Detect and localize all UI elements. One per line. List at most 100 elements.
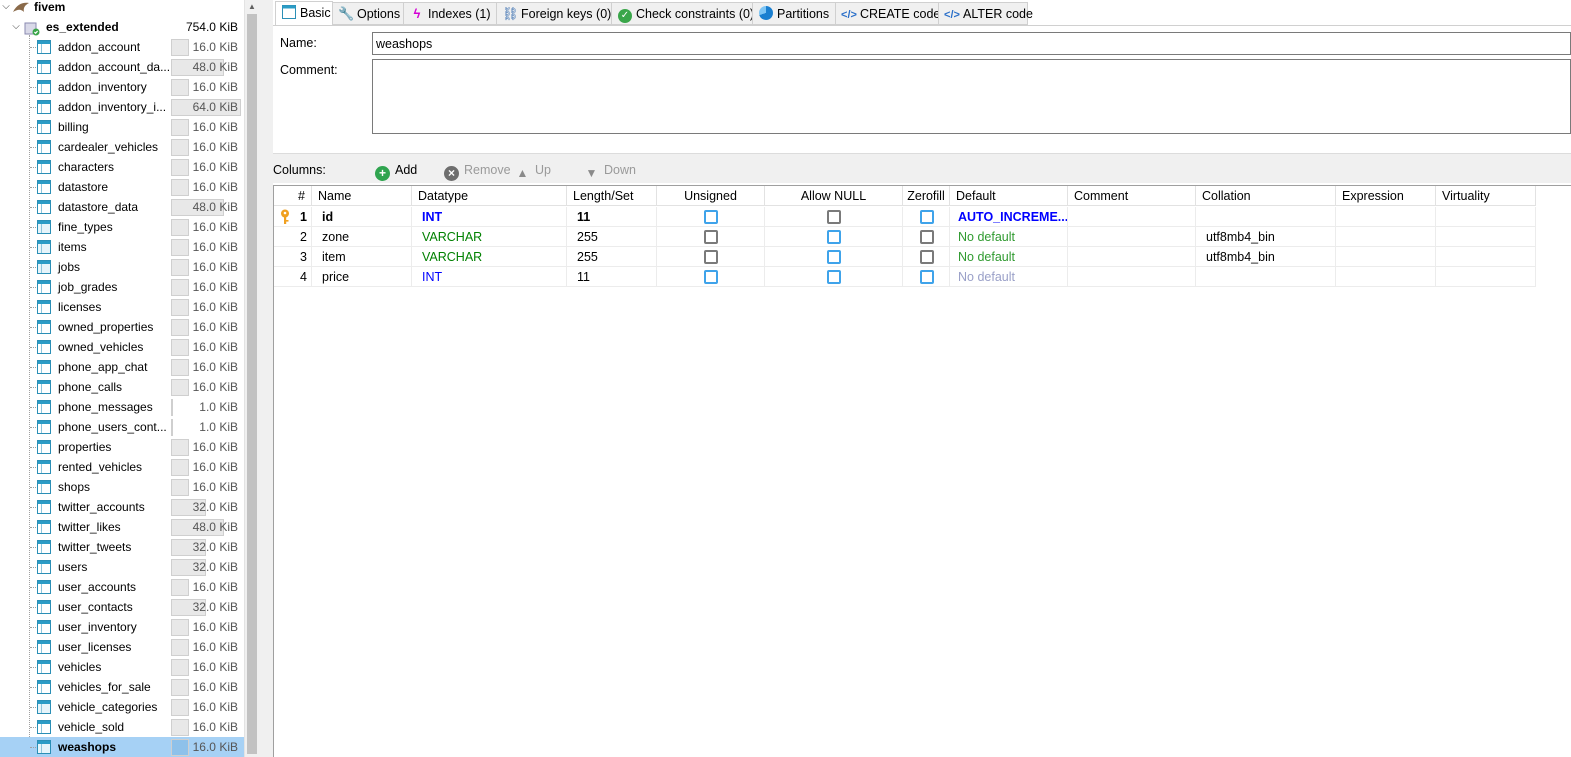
column-virtuality[interactable] <box>1436 267 1536 287</box>
tree-table-item[interactable]: shops 16.0 KiB <box>0 477 244 497</box>
scroll-up-icon[interactable]: ▲ <box>248 2 256 11</box>
column-collation[interactable]: utf8mb4_bin <box>1196 227 1336 247</box>
zerofill-checkbox[interactable] <box>903 247 950 267</box>
database-tree[interactable]: ⌵ fivem ⌵ es_extended 754.0 KiB addon_account… <box>0 0 244 757</box>
tree-table-item[interactable]: jobs 16.0 KiB <box>0 257 244 277</box>
tree-table-item[interactable]: fine_types 16.0 KiB <box>0 217 244 237</box>
row-number[interactable]: 4 <box>274 267 312 287</box>
column-name[interactable]: id <box>312 207 412 227</box>
zerofill-checkbox[interactable] <box>903 267 950 287</box>
col-header-default[interactable]: Default <box>950 186 1068 206</box>
scrollbar-thumb[interactable] <box>247 14 257 754</box>
tree-table-item[interactable]: twitter_likes 48.0 KiB <box>0 517 244 537</box>
col-header-datatype[interactable]: Datatype <box>412 186 567 206</box>
tree-table-item[interactable]: owned_vehicles 16.0 KiB <box>0 337 244 357</box>
column-datatype[interactable]: INT <box>412 267 567 287</box>
column-virtuality[interactable] <box>1436 247 1536 267</box>
checkbox[interactable] <box>704 210 718 224</box>
checkbox[interactable] <box>704 230 718 244</box>
column-length[interactable]: 255 <box>567 247 657 267</box>
row-number[interactable]: 1 <box>274 207 312 227</box>
checkbox[interactable] <box>704 270 718 284</box>
tree-table-item[interactable]: billing 16.0 KiB <box>0 117 244 137</box>
column-default[interactable]: AUTO_INCREME... <box>950 207 1068 227</box>
table-name-input[interactable] <box>372 32 1571 55</box>
column-length[interactable]: 255 <box>567 227 657 247</box>
columns-grid[interactable]: # Name Datatype Length/Set Unsigned Allow NUL… <box>273 185 1571 757</box>
tree-table-item[interactable]: phone_messages 1.0 KiB <box>0 397 244 417</box>
unsigned-checkbox[interactable] <box>657 267 765 287</box>
tab-foreign-keys-0[interactable]: ⛓ Foreign keys (0) <box>496 2 612 25</box>
move-down-button[interactable]: ▼ Down <box>584 163 636 181</box>
unsigned-checkbox[interactable] <box>657 247 765 267</box>
column-row[interactable]: 4 price INT 11 No default <box>274 267 1536 287</box>
tab-alter-code[interactable]: </> ALTER code <box>938 2 1033 25</box>
tab-indexes-1[interactable]: ϟ Indexes (1) <box>403 2 497 25</box>
column-datatype[interactable]: VARCHAR <box>412 247 567 267</box>
tree-table-item[interactable]: user_inventory 16.0 KiB <box>0 617 244 637</box>
tree-table-item[interactable]: weashops 16.0 KiB <box>0 737 244 757</box>
column-row[interactable]: 3 item VARCHAR 255 No default utf8mb4_bin <box>274 247 1536 267</box>
column-virtuality[interactable] <box>1436 227 1536 247</box>
column-row[interactable]: 1 id INT 11 AUTO_INCREME... <box>274 207 1536 227</box>
chevron-down-icon[interactable]: ⌵ <box>1 0 11 17</box>
col-header-zerofill[interactable]: Zerofill <box>903 186 950 206</box>
column-datatype[interactable]: VARCHAR <box>412 227 567 247</box>
tab-options[interactable]: 🔧 Options <box>332 2 404 25</box>
panel-splitter[interactable] <box>259 0 273 757</box>
col-header-collation[interactable]: Collation <box>1196 186 1336 206</box>
col-header-allow-null[interactable]: Allow NULL <box>765 186 903 206</box>
tree-table-item[interactable]: phone_app_chat 16.0 KiB <box>0 357 244 377</box>
zerofill-checkbox[interactable] <box>903 207 950 227</box>
column-length[interactable]: 11 <box>567 207 657 227</box>
column-default[interactable]: No default <box>950 247 1068 267</box>
tree-table-item[interactable]: addon_account_da... 48.0 KiB <box>0 57 244 77</box>
move-up-button[interactable]: ▲ Up <box>515 163 551 181</box>
column-name[interactable]: item <box>312 247 412 267</box>
table-comment-input[interactable] <box>372 59 1571 134</box>
tree-table-item[interactable]: twitter_accounts 32.0 KiB <box>0 497 244 517</box>
row-number[interactable]: 3 <box>274 247 312 267</box>
allow-null-checkbox[interactable] <box>765 267 903 287</box>
tab-check-constraints-0[interactable]: ✓ Check constraints (0) <box>611 2 754 25</box>
tree-table-item[interactable]: phone_calls 16.0 KiB <box>0 377 244 397</box>
col-header-virtuality[interactable]: Virtuality <box>1436 186 1536 206</box>
column-name[interactable]: price <box>312 267 412 287</box>
column-virtuality[interactable] <box>1436 207 1536 227</box>
column-expression[interactable] <box>1336 267 1436 287</box>
tree-table-item[interactable]: owned_properties 16.0 KiB <box>0 317 244 337</box>
col-header-name[interactable]: Name <box>312 186 412 206</box>
column-default[interactable]: No default <box>950 227 1068 247</box>
tree-table-item[interactable]: addon_inventory_i... 64.0 KiB <box>0 97 244 117</box>
checkbox[interactable] <box>920 210 934 224</box>
tree-table-item[interactable]: job_grades 16.0 KiB <box>0 277 244 297</box>
col-header-number[interactable]: # <box>274 186 312 206</box>
checkbox[interactable] <box>920 270 934 284</box>
checkbox[interactable] <box>827 230 841 244</box>
tree-table-item[interactable]: user_licenses 16.0 KiB <box>0 637 244 657</box>
column-collation[interactable]: utf8mb4_bin <box>1196 247 1336 267</box>
row-number[interactable]: 2 <box>274 227 312 247</box>
col-header-length[interactable]: Length/Set <box>567 186 657 206</box>
chevron-down-icon[interactable]: ⌵ <box>11 17 21 37</box>
tree-table-item[interactable]: user_contacts 32.0 KiB <box>0 597 244 617</box>
column-expression[interactable] <box>1336 247 1436 267</box>
add-column-button[interactable]: + Add <box>375 163 417 181</box>
remove-column-button[interactable]: × Remove <box>444 163 511 181</box>
tree-table-item[interactable]: addon_inventory 16.0 KiB <box>0 77 244 97</box>
zerofill-checkbox[interactable] <box>903 227 950 247</box>
tree-table-item[interactable]: twitter_tweets 32.0 KiB <box>0 537 244 557</box>
column-collation[interactable] <box>1196 207 1336 227</box>
tree-table-item[interactable]: users 32.0 KiB <box>0 557 244 577</box>
tree-table-item[interactable]: user_accounts 16.0 KiB <box>0 577 244 597</box>
column-comment[interactable] <box>1068 227 1196 247</box>
checkbox[interactable] <box>920 230 934 244</box>
tree-table-item[interactable]: licenses 16.0 KiB <box>0 297 244 317</box>
column-comment[interactable] <box>1068 247 1196 267</box>
tree-database-node[interactable]: ⌵ es_extended 754.0 KiB <box>0 17 244 37</box>
checkbox[interactable] <box>827 210 841 224</box>
tree-scrollbar[interactable]: ▲ <box>244 0 259 757</box>
column-comment[interactable] <box>1068 207 1196 227</box>
tree-table-item[interactable]: datastore_data 48.0 KiB <box>0 197 244 217</box>
tree-table-item[interactable]: vehicles 16.0 KiB <box>0 657 244 677</box>
